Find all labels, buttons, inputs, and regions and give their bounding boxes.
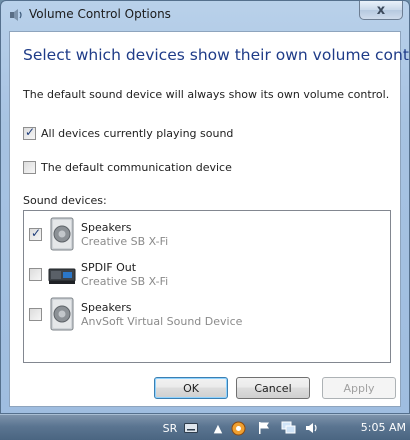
ok-button[interactable]: OK — [154, 377, 228, 399]
device-subtitle: AnvSoft Virtual Sound Device — [81, 315, 243, 328]
cancel-button[interactable]: Cancel — [236, 377, 310, 399]
close-button[interactable]: x — [359, 1, 403, 20]
device-item[interactable]: Speakers Creative SB X-Fi — [27, 215, 387, 255]
keyboard-icon[interactable] — [183, 420, 199, 436]
speaker-icon — [47, 217, 77, 251]
volume-control-options-window: Volume Control Options x Select which de… — [0, 0, 410, 414]
device-name: SPDIF Out — [81, 261, 137, 274]
show-hidden-icons-icon[interactable]: ▲ — [212, 420, 224, 436]
language-indicator[interactable]: SR — [160, 420, 180, 436]
device-item[interactable]: Speakers AnvSoft Virtual Sound Device — [27, 295, 387, 335]
sound-devices-label: Sound devices: — [23, 194, 107, 207]
speaker-icon — [47, 297, 77, 331]
page-title: Select which devices show their own volu… — [23, 46, 410, 64]
window-title: Volume Control Options — [29, 7, 171, 21]
close-icon: x — [376, 2, 386, 18]
description-text: The default sound device will always sho… — [23, 88, 390, 101]
dialog-content: Select which devices show their own volu… — [9, 31, 410, 407]
device-name: Speakers — [81, 221, 132, 234]
device-subtitle: Creative SB X-Fi — [81, 275, 169, 288]
title-bar[interactable]: Volume Control Options x — [1, 1, 409, 29]
network-icon[interactable] — [280, 420, 296, 436]
action-center-flag-icon[interactable] — [256, 420, 272, 436]
device-checkbox[interactable] — [29, 226, 42, 241]
device-name: Speakers — [81, 301, 132, 314]
default-communication-checkbox[interactable] — [23, 161, 36, 174]
digital-output-icon — [47, 257, 77, 291]
device-item[interactable]: SPDIF Out Creative SB X-Fi — [27, 255, 387, 295]
apply-button[interactable]: Apply — [322, 377, 396, 399]
option-label: The default communication device — [41, 161, 232, 174]
device-checkbox[interactable] — [29, 308, 42, 321]
option-all-devices-playing[interactable]: All devices currently playing sound — [23, 125, 234, 140]
clock[interactable]: 5:05 AM — [361, 421, 406, 434]
sound-devices-list[interactable]: Speakers Creative SB X-Fi SPDIF Out Crea… — [23, 210, 391, 363]
device-checkbox[interactable] — [29, 268, 42, 281]
volume-icon[interactable] — [304, 420, 320, 436]
taskbar: SR ▲ 5:05 AM — [0, 414, 410, 440]
option-label: All devices currently playing sound — [41, 127, 234, 140]
device-subtitle: Creative SB X-Fi — [81, 235, 169, 248]
speaker-icon — [8, 7, 24, 23]
option-default-communication-device[interactable]: The default communication device — [23, 161, 232, 174]
all-devices-checkbox[interactable] — [23, 125, 36, 140]
app-tray-icon[interactable] — [230, 420, 246, 436]
